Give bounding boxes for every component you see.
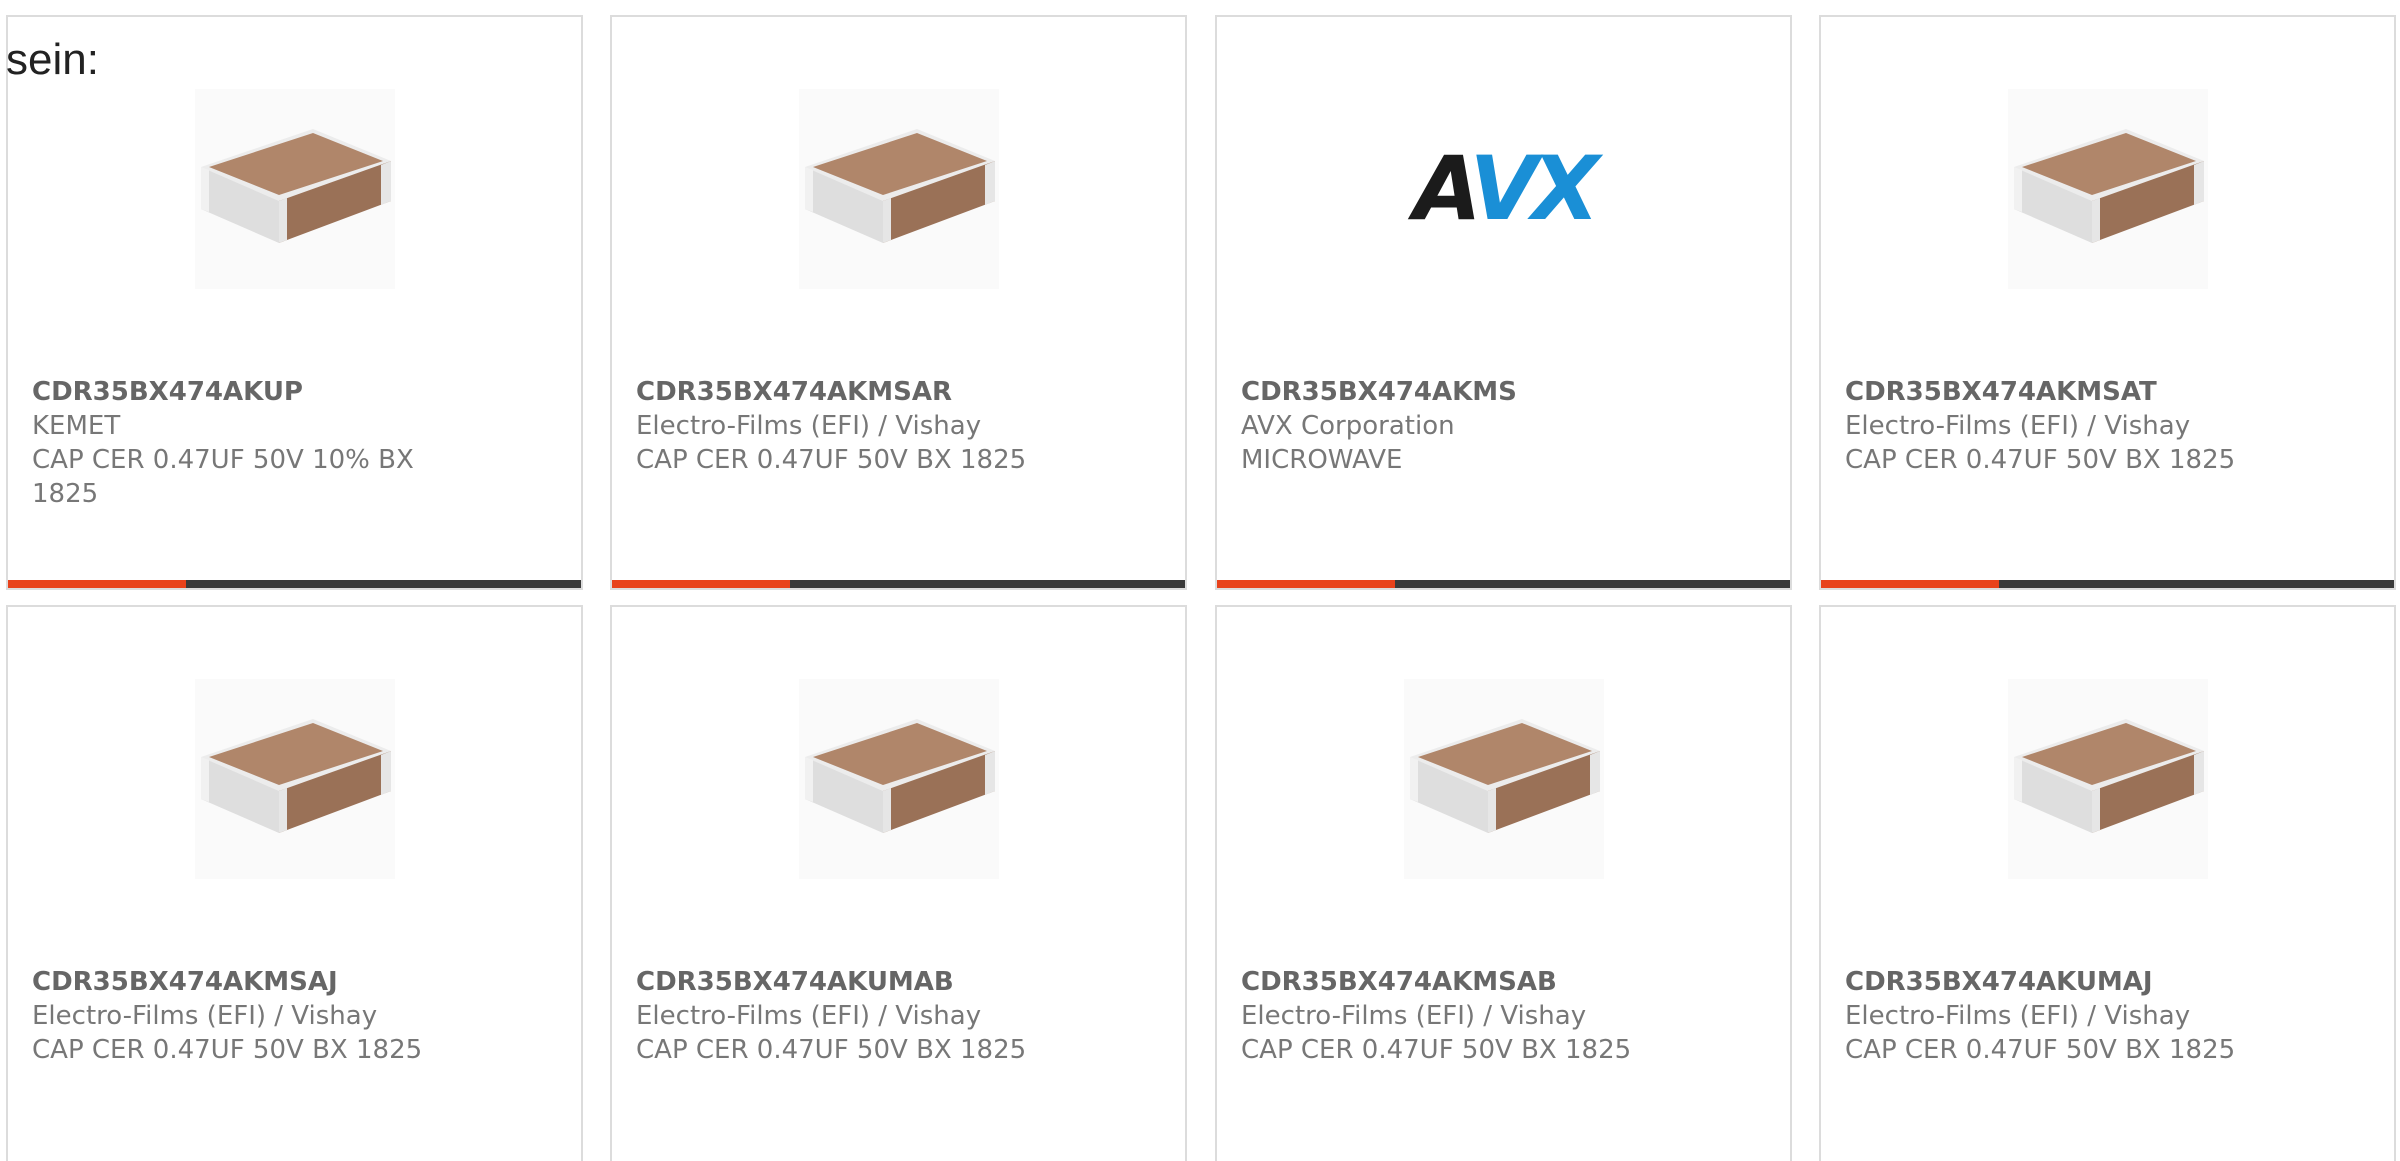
product-image[interactable] — [1403, 679, 1604, 879]
part-number-link[interactable]: CDR35BX474AKUP — [32, 375, 452, 409]
chip-capacitor-icon — [2007, 679, 2208, 879]
chip-capacitor-icon — [194, 89, 395, 289]
product-card[interactable]: CDR35BX474AKMSAR Electro-Films (EFI) / Vi… — [610, 15, 1187, 590]
product-description: MICROWAVE — [1241, 445, 1403, 475]
product-info: CDR35BX474AKMSAB Electro-Films (EFI) / Vi… — [1241, 965, 1661, 1067]
product-info: CDR35BX474AKUP KEMET CAP CER 0.47UF 50V 10… — [32, 375, 452, 511]
manufacturer-name: Electro-Films (EFI) / Vishay — [636, 1001, 982, 1031]
product-card[interactable]: CDR35BX474AKUMAB Electro-Films (EFI) / Vi… — [610, 605, 1187, 1161]
avx-logo-icon: AVX — [1413, 137, 1599, 240]
product-image[interactable] — [2007, 679, 2208, 879]
product-grid-page: sein: CDR35BX474AKUP KEMET CAP CER 0.47UF … — [0, 0, 2400, 1161]
product-info: CDR35BX474AKMSAR Electro-Films (EFI) / Vi… — [636, 375, 1056, 477]
product-card[interactable]: CDR35BX474AKUP KEMET CAP CER 0.47UF 50V 10… — [6, 15, 583, 590]
product-image[interactable] — [2007, 89, 2208, 289]
chip-capacitor-icon — [798, 89, 999, 289]
manufacturer-name: Electro-Films (EFI) / Vishay — [1845, 411, 2191, 441]
product-info: CDR35BX474AKMSAJ Electro-Films (EFI) / Vi… — [32, 965, 452, 1067]
card-progress-fill — [612, 580, 790, 588]
product-card[interactable]: CDR35BX474AKMSAB Electro-Films (EFI) / Vi… — [1215, 605, 1792, 1161]
product-image[interactable]: AVX — [1404, 89, 1604, 289]
product-description: CAP CER 0.47UF 50V BX 1825 — [636, 1035, 1027, 1065]
manufacturer-name: KEMET — [32, 411, 121, 441]
manufacturer-name: Electro-Films (EFI) / Vishay — [32, 1001, 378, 1031]
product-description: CAP CER 0.47UF 50V BX 1825 — [32, 1035, 423, 1065]
product-image[interactable] — [798, 679, 999, 879]
card-progress-fill — [1217, 580, 1395, 588]
manufacturer-name: Electro-Films (EFI) / Vishay — [1845, 1001, 2191, 1031]
chip-capacitor-icon — [2007, 89, 2208, 289]
product-image[interactable] — [798, 89, 999, 289]
product-image[interactable] — [194, 89, 395, 289]
part-number-link[interactable]: CDR35BX474AKUMAB — [636, 965, 1056, 999]
part-number-link[interactable]: CDR35BX474AKMSAT — [1845, 375, 2265, 409]
part-number-link[interactable]: CDR35BX474AKMSAR — [636, 375, 1056, 409]
part-number-link[interactable]: CDR35BX474AKMSAJ — [32, 965, 452, 999]
part-number-link[interactable]: CDR35BX474AKMSAB — [1241, 965, 1661, 999]
product-description: CAP CER 0.47UF 50V BX 1825 — [1845, 445, 2236, 475]
card-progress-fill — [8, 580, 186, 588]
chip-capacitor-icon — [1403, 679, 1604, 879]
card-progress-bar — [612, 580, 1185, 588]
card-progress-bar — [1821, 580, 2394, 588]
product-info: CDR35BX474AKUMAJ Electro-Films (EFI) / Vi… — [1845, 965, 2265, 1067]
product-card[interactable]: CDR35BX474AKMSAJ Electro-Films (EFI) / Vi… — [6, 605, 583, 1161]
intro-text: sein: — [6, 35, 99, 84]
product-info: CDR35BX474AKUMAB Electro-Films (EFI) / Vi… — [636, 965, 1056, 1067]
product-description: CAP CER 0.47UF 50V 10% BX 1825 — [32, 445, 414, 509]
manufacturer-name: AVX Corporation — [1241, 411, 1455, 441]
card-progress-bar — [1217, 580, 1790, 588]
card-progress-fill — [1821, 580, 1999, 588]
manufacturer-name: Electro-Films (EFI) / Vishay — [1241, 1001, 1587, 1031]
card-progress-bar — [8, 580, 581, 588]
chip-capacitor-icon — [194, 679, 395, 879]
product-image[interactable] — [194, 679, 395, 879]
product-description: CAP CER 0.47UF 50V BX 1825 — [636, 445, 1027, 475]
manufacturer-name: Electro-Films (EFI) / Vishay — [636, 411, 982, 441]
part-number-link[interactable]: CDR35BX474AKUMAJ — [1845, 965, 2265, 999]
part-number-link[interactable]: CDR35BX474AKMS — [1241, 375, 1661, 409]
chip-capacitor-icon — [798, 679, 999, 879]
product-description: CAP CER 0.47UF 50V BX 1825 — [1241, 1035, 1632, 1065]
product-description: CAP CER 0.47UF 50V BX 1825 — [1845, 1035, 2236, 1065]
product-card[interactable]: CDR35BX474AKUMAJ Electro-Films (EFI) / Vi… — [1819, 605, 2396, 1161]
product-card[interactable]: CDR35BX474AKMSAT Electro-Films (EFI) / Vi… — [1819, 15, 2396, 590]
product-info: CDR35BX474AKMSAT Electro-Films (EFI) / Vi… — [1845, 375, 2265, 477]
product-info: CDR35BX474AKMS AVX Corporation MICROWAVE — [1241, 375, 1661, 477]
product-card[interactable]: AVX CDR35BX474AKMS AVX Corporation MICROWAV… — [1215, 15, 1792, 590]
